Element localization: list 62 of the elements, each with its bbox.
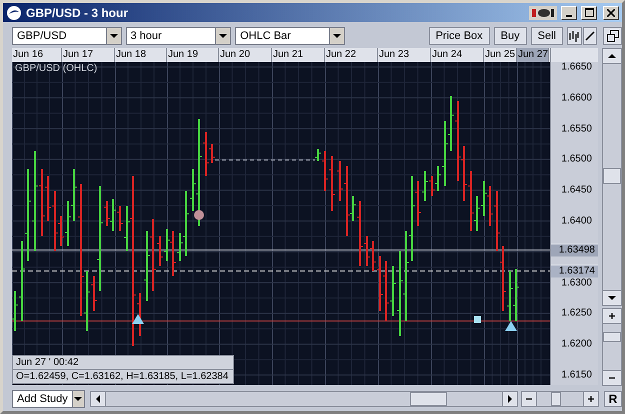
triangle-marker (505, 321, 517, 331)
info-text: O=1.62459, C=1.63162, H=1.63185, L=1.62384 (13, 369, 233, 383)
app-icon (6, 4, 22, 20)
caret-icon (332, 34, 341, 38)
minimize-icon (566, 14, 572, 16)
zoom-thumb[interactable] (603, 332, 621, 342)
zoom-out-button[interactable]: − (521, 391, 537, 407)
price-marker: 1.63174 (551, 264, 598, 278)
caret-icon (74, 397, 82, 401)
toolbar-button[interactable]: Price Box (428, 27, 490, 45)
chart-type-button[interactable] (566, 27, 582, 45)
close-button[interactable] (603, 6, 619, 20)
square-marker (474, 316, 481, 323)
window-title: GBP/USD - 3 hour (26, 6, 130, 20)
price-tick: 1.6300 (561, 277, 592, 288)
dropdown[interactable]: 3 hour (126, 27, 232, 45)
price-marker: 1.63498 (551, 244, 598, 256)
pencil-icon (585, 31, 596, 41)
scroll-up-button[interactable] (602, 48, 622, 64)
arrow-icon (608, 54, 616, 58)
study-dropdown[interactable]: Add Study (12, 390, 85, 408)
toolbar-button[interactable]: Sell (530, 27, 563, 45)
zoom-in-button[interactable]: + (583, 391, 599, 407)
circle-marker (194, 210, 204, 220)
caret-icon (219, 34, 228, 38)
scroll-down-button[interactable] (602, 290, 622, 306)
restore-button[interactable] (603, 27, 622, 45)
caret-icon (110, 34, 118, 38)
dropdown[interactable]: GBP/USD (12, 27, 122, 45)
triangle-marker (132, 314, 144, 324)
scroll-thumb[interactable] (410, 392, 447, 406)
arrow-icon (508, 395, 512, 403)
price-tick: 1.6150 (561, 370, 592, 380)
chart-legend: GBP/USD (OHLC) (15, 63, 98, 74)
date-label: Jun 27 (517, 48, 549, 62)
price-tick: 1.6450 (561, 184, 592, 196)
maximize-button[interactable] (581, 6, 597, 20)
zoom-in-button[interactable]: + (602, 308, 622, 324)
price-tick: 1.6650 (561, 62, 592, 72)
price-tick: 1.6600 (561, 92, 592, 104)
maximize-icon (584, 8, 594, 17)
arrow-icon (96, 395, 100, 403)
scroll-right-button[interactable] (502, 391, 518, 407)
price-tick: 1.6550 (561, 123, 592, 134)
scroll-thumb[interactable] (603, 168, 621, 184)
close-icon (607, 8, 615, 16)
price-tick: 1.6250 (561, 308, 592, 319)
price-tick: 1.6200 (561, 338, 592, 350)
toolbar-button[interactable]: Buy (494, 27, 527, 45)
price-tick: 1.6500 (561, 154, 592, 165)
zoom-thumb[interactable] (551, 392, 561, 406)
minimize-button[interactable] (561, 6, 577, 20)
windows-icon (606, 30, 619, 42)
caret-icon (608, 296, 616, 300)
dropdown[interactable]: OHLC Bar (235, 27, 345, 45)
info-text: Jun 27 ' 00:42 (15, 356, 80, 369)
draw-button[interactable] (582, 27, 598, 45)
scroll-left-button[interactable] (90, 391, 106, 407)
bars-icon (569, 30, 580, 42)
zoom-out-button[interactable]: − (602, 370, 622, 386)
price-tick: 1.6400 (561, 216, 592, 226)
reset-button[interactable]: R (604, 391, 622, 407)
